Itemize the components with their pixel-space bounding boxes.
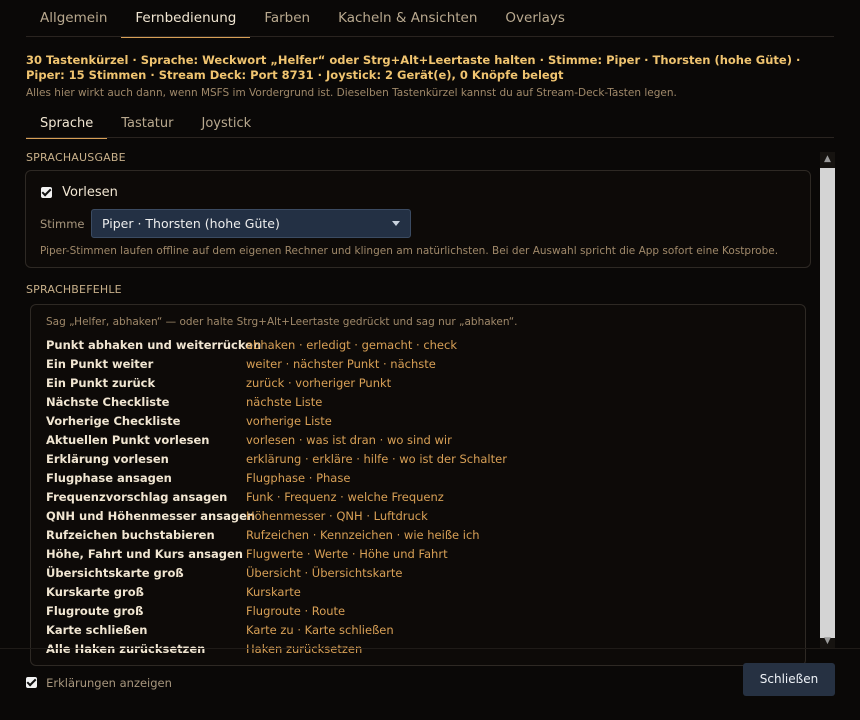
command-phrases: zurück · vorheriger Punkt xyxy=(246,376,392,390)
tab-kacheln-ansichten[interactable]: Kacheln & Ansichten xyxy=(324,0,491,36)
command-name: Ein Punkt zurück xyxy=(46,376,156,390)
tab-divider xyxy=(26,36,834,37)
command-name: Nächste Checkliste xyxy=(46,395,170,409)
command-name: Alle Haken zurücksetzen xyxy=(46,642,206,656)
tab-fernbedienung[interactable]: Fernbedienung xyxy=(121,0,251,38)
command-phrases: abhaken · erledigt · gemacht · check xyxy=(246,338,457,352)
voice-commands-intro: Sag „Helfer, abhaken“ — oder halte Strg+… xyxy=(46,316,518,328)
command-phrases: nächste Liste xyxy=(246,395,323,409)
command-phrases: vorlesen · was ist dran · wo sind wir xyxy=(246,433,452,447)
top-tab-bar: Allgemein Fernbedienung Farben Kacheln &… xyxy=(26,0,579,38)
hint-text: Alles hier wirkt auch dann, wenn MSFS im… xyxy=(26,87,677,99)
close-button[interactable]: Schließen xyxy=(743,663,835,696)
command-name: Erklärung vorlesen xyxy=(46,452,169,466)
command-phrases: vorherige Liste xyxy=(246,414,332,428)
command-name: Übersichtskarte groß xyxy=(46,566,184,580)
command-phrases: Haken zurücksetzen xyxy=(246,642,363,656)
sub-tab-bar: Sprache Tastatur Joystick xyxy=(26,111,265,139)
section-heading-speech-output: SPRACHAUSGABE xyxy=(26,151,126,164)
voice-select-value: Piper · Thorsten (hohe Güte) xyxy=(102,216,280,231)
status-summary: 30 Tastenkürzel · Sprache: Weckwort „Hel… xyxy=(26,53,801,82)
scroll-up-icon[interactable]: ▲ xyxy=(820,152,835,166)
sub-tab-divider xyxy=(26,137,834,138)
footer-divider xyxy=(0,648,860,649)
voice-note: Piper-Stimmen laufen offline auf dem eig… xyxy=(40,245,779,257)
scrollbar-thumb[interactable] xyxy=(820,168,835,638)
command-name: Ein Punkt weiter xyxy=(46,357,154,371)
read-aloud-label: Vorlesen xyxy=(62,185,118,200)
command-name: Karte schließen xyxy=(46,623,148,637)
command-phrases: Funk · Frequenz · welche Frequenz xyxy=(246,490,444,504)
voice-commands-panel: Sag „Helfer, abhaken“ — oder halte Strg+… xyxy=(30,304,806,666)
tab-joystick[interactable]: Joystick xyxy=(187,111,265,137)
tab-allgemein[interactable]: Allgemein xyxy=(26,0,121,36)
command-name: Punkt abhaken und weiterrücken xyxy=(46,338,262,352)
command-name: Rufzeichen buchstabieren xyxy=(46,528,215,542)
checkbox-checked-icon[interactable] xyxy=(26,677,37,688)
speech-output-panel: Vorlesen Stimme Piper · Thorsten (hohe G… xyxy=(25,170,811,268)
command-name: Kurskarte groß xyxy=(46,585,144,599)
show-explanations-checkbox[interactable]: Erklärungen anzeigen xyxy=(26,672,172,691)
show-explanations-label: Erklärungen anzeigen xyxy=(46,675,172,690)
read-aloud-checkbox[interactable]: Vorlesen xyxy=(41,182,118,201)
command-phrases: Flugwerte · Werte · Höhe und Fahrt xyxy=(246,547,448,561)
command-phrases: Karte zu · Karte schließen xyxy=(246,623,394,637)
command-phrases: Kurskarte xyxy=(246,585,301,599)
command-name: Flugroute groß xyxy=(46,604,144,618)
command-phrases: Rufzeichen · Kennzeichen · wie heiße ich xyxy=(246,528,480,542)
command-name: Vorherige Checkliste xyxy=(46,414,181,428)
command-name: QNH und Höhenmesser ansagen xyxy=(46,509,256,523)
command-phrases: Höhenmesser · QNH · Luftdruck xyxy=(246,509,428,523)
scroll-down-icon[interactable]: ▼ xyxy=(820,634,835,648)
voice-select[interactable]: Piper · Thorsten (hohe Güte) xyxy=(91,209,411,238)
chevron-down-icon xyxy=(392,221,400,226)
command-phrases: Übersicht · Übersichtskarte xyxy=(246,566,403,580)
command-phrases: Flugphase · Phase xyxy=(246,471,351,485)
voice-label: Stimme xyxy=(40,217,85,231)
command-name: Flugphase ansagen xyxy=(46,471,172,485)
command-phrases: Flugroute · Route xyxy=(246,604,346,618)
tab-farben[interactable]: Farben xyxy=(250,0,324,36)
tab-tastatur[interactable]: Tastatur xyxy=(107,111,187,137)
command-name: Höhe, Fahrt und Kurs ansagen xyxy=(46,547,243,561)
tab-sprache[interactable]: Sprache xyxy=(26,111,108,139)
command-phrases: weiter · nächster Punkt · nächste xyxy=(246,357,436,371)
command-name: Aktuellen Punkt vorlesen xyxy=(46,433,210,447)
checkbox-checked-icon[interactable] xyxy=(41,187,52,198)
command-phrases: erklärung · erkläre · hilfe · wo ist der… xyxy=(246,452,507,466)
scrollbar[interactable]: ▲ ▼ xyxy=(820,152,835,648)
tab-overlays[interactable]: Overlays xyxy=(491,0,579,36)
section-heading-voice-commands: SPRACHBEFEHLE xyxy=(26,283,122,296)
command-name: Frequenzvorschlag ansagen xyxy=(46,490,228,504)
